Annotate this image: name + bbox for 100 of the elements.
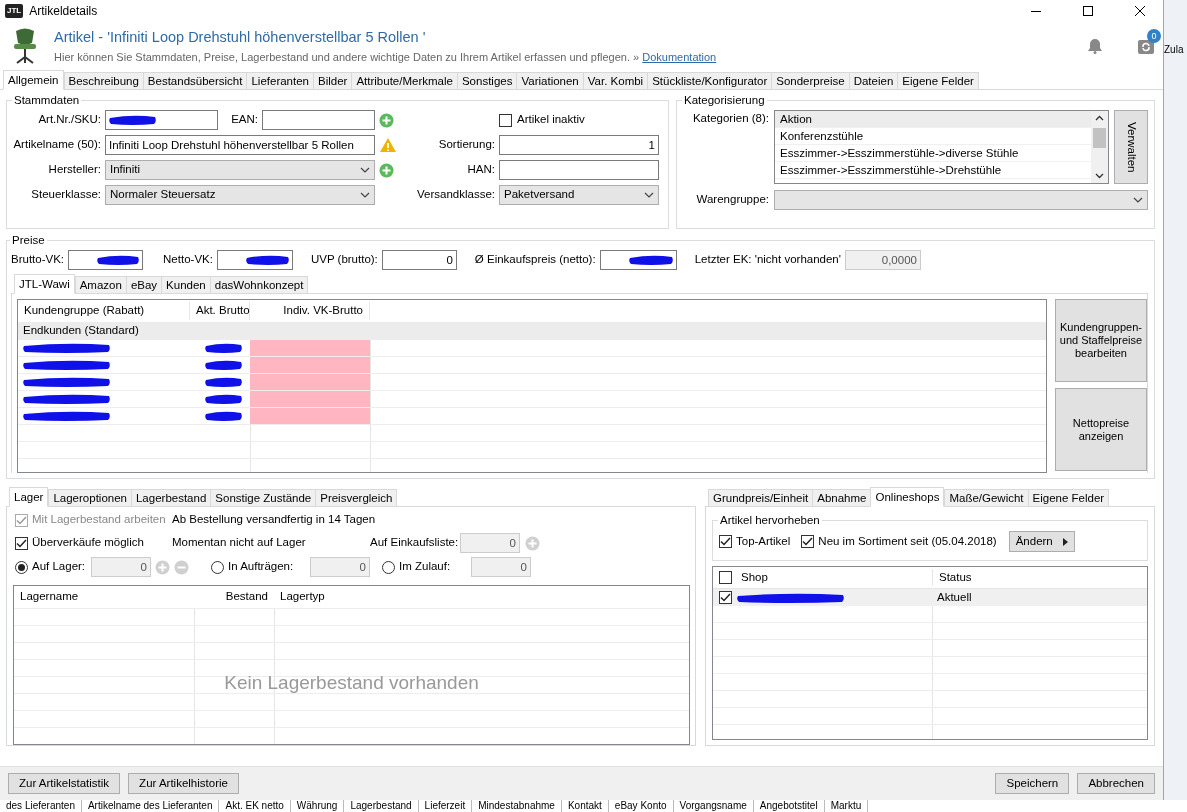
footer-button[interactable]: Zur Artikelhistorie — [128, 773, 239, 794]
tab[interactable]: Lager — [9, 487, 49, 507]
tab[interactable]: Lagerbestand — [130, 489, 211, 507]
checkbox[interactable] — [719, 591, 732, 604]
background-column-header: Kontakt — [561, 800, 609, 812]
tab[interactable]: Bestandsübersicht — [142, 72, 247, 90]
column-header: Bestand — [224, 589, 269, 605]
tab[interactable]: eBay — [125, 276, 162, 294]
tab[interactable]: Lageroptionen — [48, 489, 131, 507]
radio-button[interactable] — [211, 560, 224, 574]
ean-field[interactable] — [262, 110, 375, 130]
dropdown[interactable]: Normaler Steuersatz — [105, 185, 375, 205]
footer-button[interactable]: Speichern — [995, 773, 1070, 794]
tab[interactable]: Variationen — [516, 72, 583, 90]
group-title: Artikel hervorheben — [719, 513, 821, 527]
list-item[interactable]: Aktion — [775, 111, 1091, 128]
tab[interactable]: Bilder — [313, 72, 352, 90]
dropdown[interactable]: Infiniti — [105, 160, 375, 180]
tab[interactable]: Eigene Felder — [1027, 489, 1110, 507]
footer-button[interactable]: Zur Artikelstatistik — [8, 773, 121, 794]
tab[interactable]: Preisvergleich — [315, 489, 398, 507]
tab[interactable]: Sonstiges — [456, 72, 517, 90]
check-icon — [16, 515, 27, 525]
action-button[interactable]: Nettopreise anzeigen — [1055, 388, 1147, 471]
tab[interactable]: Grundpreis/Einheit — [708, 489, 813, 507]
tab[interactable]: Sonderpreise — [771, 72, 849, 90]
checkbox[interactable] — [719, 535, 732, 548]
plus-icon — [155, 559, 170, 575]
han-field[interactable] — [499, 160, 659, 180]
tab[interactable]: JTL-Wawi — [14, 274, 75, 294]
status-text: Momentan nicht auf Lager — [172, 535, 307, 551]
table-cell-text: Aktuell — [936, 590, 973, 605]
tab[interactable]: Maße/Gewicht — [944, 489, 1028, 507]
tab[interactable]: Attribute/Merkmale — [351, 72, 457, 90]
checkbox[interactable] — [499, 113, 512, 127]
group-title: Stammdaten — [13, 93, 81, 107]
tab[interactable]: Stückliste/Konfigurator — [647, 72, 772, 90]
check-icon — [16, 538, 27, 548]
radio-button[interactable] — [382, 560, 395, 574]
sort-field[interactable]: 1 — [499, 135, 659, 155]
background-column-header: Angebotstitel — [753, 800, 825, 812]
checkbox-label: Neu im Sortiment seit (05.04.2018) — [818, 533, 997, 549]
tab[interactable]: Kunden — [161, 276, 210, 294]
radio-label: In Aufträgen: — [228, 559, 295, 575]
tab[interactable]: Abnahme — [812, 489, 871, 507]
bell-icon — [1087, 38, 1103, 54]
background-column-header: Artikelname des Lieferanten — [81, 800, 220, 812]
list-item[interactable]: Konferenzstühle — [775, 128, 1091, 145]
app-logo: JTL — [5, 4, 24, 18]
background-column-header: Währung — [290, 800, 345, 812]
background-column-header: eBay Konto — [608, 800, 674, 812]
redaction-mark — [204, 375, 244, 388]
field-label: Steuerklasse: — [30, 187, 101, 203]
tab[interactable]: Dateien — [848, 72, 898, 90]
change-button[interactable]: Ändern — [1008, 531, 1075, 552]
price-field[interactable]: 0 — [381, 250, 457, 270]
footer-button[interactable]: Abbrechen — [1077, 773, 1155, 794]
list-item[interactable]: Esszimmer->Esszimmerstühle->Drehstühle — [775, 162, 1091, 179]
chevron-icon — [644, 192, 654, 198]
tab[interactable]: Onlineshops — [870, 487, 945, 507]
redaction-mark — [96, 254, 142, 266]
background-column-header: Marktu — [824, 800, 869, 812]
check-icon — [720, 537, 731, 546]
column-header: Kundengruppe (Rabatt) — [18, 302, 190, 320]
field-label: Ø Einkaufspreis (netto): — [474, 252, 596, 268]
checkbox[interactable] — [15, 536, 28, 550]
plus-icon — [379, 112, 394, 128]
documentation-link[interactable]: Dokumentation — [642, 50, 717, 63]
radio-label: Auf Lager: — [32, 559, 87, 575]
checkbox[interactable] — [719, 571, 732, 584]
tab[interactable]: Sonstige Zustände — [210, 489, 316, 507]
manage-button[interactable]: Verwalten — [1114, 110, 1148, 184]
action-button[interactable]: Kundengruppen- und Staffelpreise bearbeiten — [1055, 299, 1147, 382]
redaction-mark — [108, 114, 158, 126]
header-subtitle: Hier können Sie Stammdaten, Preise, Lagerbestand und andere wichtige Daten zu Ihrem Artikel erfassen und pflegen. » Dokumentation — [54, 49, 718, 65]
field-label: EAN: — [230, 112, 258, 128]
plus-icon — [525, 535, 540, 551]
radio-button[interactable] — [15, 560, 28, 574]
tab[interactable]: Var. Kombi — [582, 72, 648, 90]
redaction-mark — [244, 254, 291, 266]
tab[interactable]: Amazon — [74, 276, 126, 294]
checkbox-label: Überverkäufe möglich — [32, 535, 144, 551]
tab[interactable]: dasWohnkonzept — [209, 276, 309, 294]
checkbox[interactable] — [801, 535, 815, 548]
field-label: HAN: — [466, 162, 495, 178]
list-item[interactable]: Esszimmer->Esszimmerstühle->diverse Stühle — [775, 145, 1091, 162]
tab[interactable]: Eigene Felder — [897, 72, 979, 90]
chevron-icon — [360, 192, 370, 198]
table-cell-text: Endkunden (Standard) — [22, 323, 140, 338]
name-field[interactable]: Infiniti Loop Drehstuhl höhenverstellbar 5 Rollen — [105, 135, 375, 155]
redaction-mark — [204, 392, 244, 405]
tab[interactable]: Allgemein — [3, 70, 64, 90]
field-label: Letzter EK: 'nicht vorhanden' — [694, 252, 841, 268]
empty-message: Kein Lagerbestand vorhanden — [224, 670, 479, 695]
field-label: Hersteller: — [47, 162, 101, 178]
dropdown[interactable]: Paketversand — [499, 185, 659, 205]
radio-label: Im Zulauf: — [399, 559, 452, 575]
tab[interactable]: Beschreibung — [63, 72, 143, 90]
tab[interactable]: Lieferanten — [246, 72, 313, 90]
field-label: Warengruppe: — [695, 192, 769, 208]
